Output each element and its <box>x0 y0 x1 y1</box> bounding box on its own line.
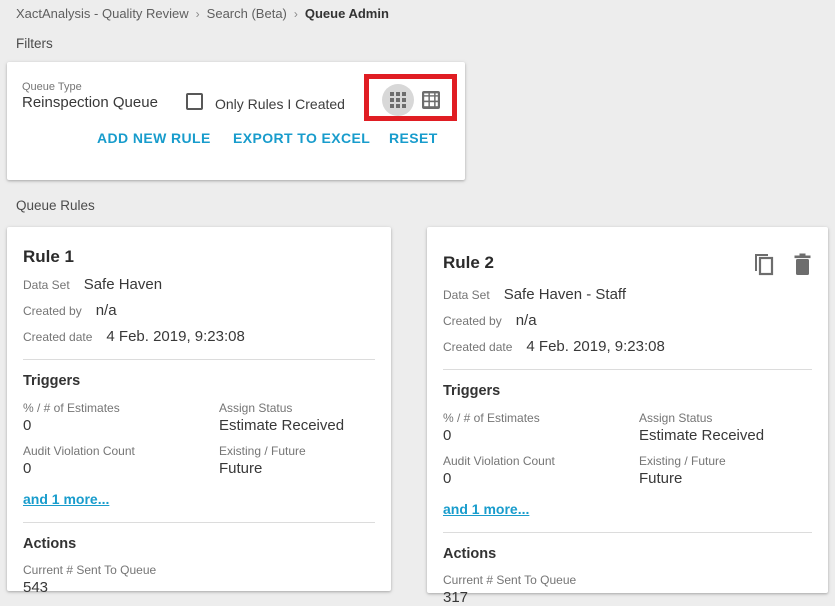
data-set-label: Data Set <box>443 288 490 302</box>
data-set-value: Safe Haven <box>84 276 162 293</box>
export-to-excel-button[interactable]: EXPORT TO EXCEL <box>233 130 370 146</box>
breadcrumb-separator-icon: › <box>196 7 200 21</box>
filters-panel: Queue Type Reinspection Queue Only Rules… <box>7 62 465 180</box>
data-set-value: Safe Haven - Staff <box>504 286 626 303</box>
audit-violation-value: 0 <box>23 460 219 477</box>
current-sent-value: 317 <box>443 589 812 606</box>
filters-section-label: Filters <box>16 36 53 51</box>
created-date-label: Created date <box>443 340 512 354</box>
copy-rule-button[interactable] <box>754 253 775 277</box>
estimates-value: 0 <box>443 427 639 444</box>
estimates-value: 0 <box>23 417 219 434</box>
created-by-label: Created by <box>443 314 502 328</box>
created-by-value: n/a <box>96 302 117 319</box>
created-date-value: 4 Feb. 2019, 9:23:08 <box>106 328 244 345</box>
queue-rules-section-label: Queue Rules <box>16 198 95 213</box>
existing-future-value: Future <box>639 470 812 487</box>
add-new-rule-button[interactable]: ADD NEW RULE <box>97 130 211 146</box>
breadcrumb-quality-review[interactable]: XactAnalysis - Quality Review <box>16 6 189 21</box>
triggers-heading: Triggers <box>23 373 375 389</box>
created-date-value: 4 Feb. 2019, 9:23:08 <box>526 338 664 355</box>
existing-future-label: Existing / Future <box>639 454 812 468</box>
breadcrumb: XactAnalysis - Quality Review › Search (… <box>16 6 389 21</box>
data-set-label: Data Set <box>23 278 70 292</box>
queue-type-select[interactable]: Reinspection Queue <box>22 94 158 111</box>
actions-heading: Actions <box>23 536 375 552</box>
trash-icon <box>793 253 812 277</box>
actions-heading: Actions <box>443 546 812 562</box>
divider <box>23 522 375 523</box>
rule-title: Rule 2 <box>443 253 494 273</box>
assign-status-value: Estimate Received <box>639 427 812 444</box>
rule-title: Rule 1 <box>23 247 74 267</box>
table-view-toggle-button[interactable] <box>421 90 441 110</box>
existing-future-label: Existing / Future <box>219 444 375 458</box>
created-by-label: Created by <box>23 304 82 318</box>
divider <box>443 369 812 370</box>
breadcrumb-queue-admin: Queue Admin <box>305 6 389 21</box>
and-more-link[interactable]: and 1 more... <box>443 501 529 517</box>
delete-rule-button[interactable] <box>793 253 812 277</box>
breadcrumb-separator-icon: › <box>294 7 298 21</box>
copy-icon <box>754 253 775 277</box>
existing-future-value: Future <box>219 460 375 477</box>
assign-status-label: Assign Status <box>639 411 812 425</box>
estimates-label: % / # of Estimates <box>23 401 219 415</box>
divider <box>23 359 375 360</box>
rule-card: Rule 2 <box>427 227 828 593</box>
grid-view-toggle-button[interactable] <box>382 84 414 116</box>
only-rules-checkbox[interactable] <box>186 93 203 110</box>
audit-violation-label: Audit Violation Count <box>23 444 219 458</box>
queue-admin-screen: XactAnalysis - Quality Review › Search (… <box>0 0 835 604</box>
audit-violation-value: 0 <box>443 470 639 487</box>
table-view-icon <box>421 90 441 110</box>
created-by-value: n/a <box>516 312 537 329</box>
assign-status-value: Estimate Received <box>219 417 375 434</box>
divider <box>443 532 812 533</box>
grid-view-icon <box>390 92 406 108</box>
breadcrumb-search-beta[interactable]: Search (Beta) <box>207 6 287 21</box>
estimates-label: % / # of Estimates <box>443 411 639 425</box>
created-date-label: Created date <box>23 330 92 344</box>
triggers-heading: Triggers <box>443 383 812 399</box>
queue-type-label: Queue Type <box>22 81 82 93</box>
assign-status-label: Assign Status <box>219 401 375 415</box>
current-sent-label: Current # Sent To Queue <box>23 563 375 577</box>
and-more-link[interactable]: and 1 more... <box>23 491 109 507</box>
audit-violation-label: Audit Violation Count <box>443 454 639 468</box>
only-rules-checkbox-label: Only Rules I Created <box>215 96 345 112</box>
current-sent-label: Current # Sent To Queue <box>443 573 812 587</box>
rule-card: Rule 1 Data Set Safe Haven Created by n/… <box>7 227 391 591</box>
reset-button[interactable]: RESET <box>389 130 438 146</box>
current-sent-value: 543 <box>23 579 375 596</box>
